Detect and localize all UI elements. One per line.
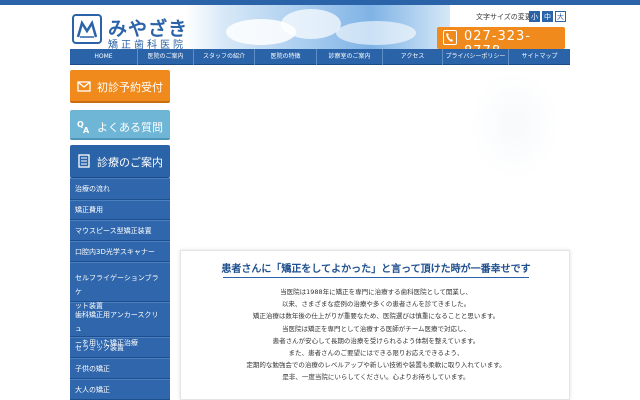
global-nav: HOME 医院のご案内 スタッフの紹介 医院の特徴 診察室のご案内 アクセス プ… bbox=[70, 49, 570, 65]
menu-item-self-ligation[interactable]: セルフライゲーションブラケ ット装置 bbox=[70, 262, 170, 310]
menu-item-mouthpiece[interactable]: マウスピース型矯正装置 bbox=[70, 220, 170, 241]
greeting-panel: 患者さんに「矯正をしてよかった」と言って頂けた時が一番幸せです 当医院は1988… bbox=[180, 250, 570, 400]
menu-item-treatment-flow[interactable]: 治療の流れ bbox=[70, 178, 170, 200]
nav-exam-room[interactable]: 診察室のご案内 bbox=[317, 49, 383, 65]
greeting-line: 定期的な勉強会での治療のレベルアップや新しい技術や装置も柔軟に取り入れています。 bbox=[246, 361, 506, 370]
qa-icon: Q A bbox=[77, 118, 91, 135]
nav-clinic-info[interactable]: 医院のご案内 bbox=[138, 49, 194, 65]
font-size-large-button[interactable]: 大 bbox=[555, 11, 566, 22]
phone-banner[interactable]: 027-323-8778 bbox=[437, 27, 565, 59]
phone-icon bbox=[443, 30, 457, 45]
menu-item-children[interactable]: 子供の矯正 bbox=[70, 358, 170, 379]
envelope-icon bbox=[77, 78, 91, 92]
greeting-line: 矯正治療は数年後の仕上がりが重要なため、医院選びは慎重になることと思います。 bbox=[252, 312, 500, 321]
hero-image-area bbox=[470, 70, 560, 180]
nav-sitemap[interactable]: サイトマップ bbox=[509, 49, 570, 65]
greeting-line: 当医院は矯正を専門として治療する医師がチーム医療で対応し、 bbox=[281, 324, 471, 333]
treatment-guide-header[interactable]: 診療のご案内 bbox=[70, 145, 170, 178]
svg-text:A: A bbox=[83, 126, 90, 133]
logo-tooth-icon[interactable] bbox=[72, 14, 102, 44]
document-icon bbox=[77, 153, 91, 168]
greeting-line: また、患者さんのご要望にはできる限りお応えできるよう、 bbox=[288, 349, 464, 358]
menu-item-anchor-screw[interactable]: 歯科矯正用アンカースクリュ ーを用いた矯正治療 bbox=[70, 302, 170, 347]
heading-divider bbox=[223, 277, 529, 278]
font-size-small-button[interactable]: 小 bbox=[529, 11, 540, 22]
header-sky-image bbox=[186, 5, 450, 49]
menu-item-adults[interactable]: 大人の矯正 bbox=[70, 379, 170, 400]
reservation-label: 初診予約受付 bbox=[97, 81, 163, 94]
menu-item-3d-scanner[interactable]: 口腔内3D光学スキャナー bbox=[70, 241, 170, 262]
greeting-line: 当医院は1988年に矯正を専門に治療する歯科医院として開業し、 bbox=[280, 288, 472, 296]
site-header: みやざき 矯正歯科医院 文字サイズの変更 小 中 大 027-323-8778 bbox=[0, 5, 640, 59]
nav-staff[interactable]: スタッフの紹介 bbox=[194, 49, 255, 65]
faq-button[interactable]: Q A よくある質問 bbox=[70, 110, 170, 140]
nav-home[interactable]: HOME bbox=[70, 49, 138, 65]
treatment-menu: 治療の流れ 矯正費用 マウスピース型矯正装置 口腔内3D光学スキャナー セルフラ… bbox=[70, 178, 170, 400]
greeting-line: 患者さんが安心して長期の治療を受けられるよう体制を整えています。 bbox=[272, 336, 480, 345]
treatment-guide-label: 診療のご案内 bbox=[97, 156, 163, 169]
font-size-medium-button[interactable]: 中 bbox=[542, 11, 553, 22]
menu-item-cost[interactable]: 矯正費用 bbox=[70, 200, 170, 220]
nav-access[interactable]: アクセス bbox=[383, 49, 443, 65]
greeting-line: 是非、一度当院にいらしてください。心よりお待ちしています。 bbox=[282, 373, 470, 382]
font-size-label: 文字サイズの変更 bbox=[476, 13, 532, 21]
greeting-text: 当医院は1988年に矯正を専門に治療する歯科医院として開業し、 以来、さまざまな… bbox=[181, 286, 571, 384]
first-visit-reservation-button[interactable]: 初診予約受付 bbox=[70, 70, 170, 103]
nav-features[interactable]: 医院の特徴 bbox=[255, 49, 317, 65]
nav-privacy-policy[interactable]: プライバシーポリシー bbox=[443, 49, 509, 65]
faq-label: よくある質問 bbox=[97, 121, 163, 134]
greeting-heading: 患者さんに「矯正をしてよかった」と言って頂けた時が一番幸せです bbox=[221, 264, 531, 275]
greeting-line: 以来、さまざまな症例の治療や多くの患者さんを診てきました。 bbox=[281, 300, 471, 309]
